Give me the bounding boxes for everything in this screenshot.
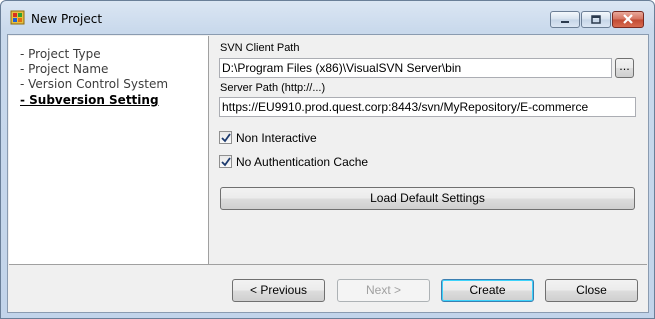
wizard-steps-pane: - Project Type - Project Name - Version … — [9, 36, 209, 264]
svn-client-path-label: SVN Client Path — [220, 42, 300, 54]
step-project-type[interactable]: - Project Type — [20, 47, 101, 61]
close-button[interactable]: Close — [545, 279, 638, 302]
close-window-button[interactable] — [612, 11, 644, 28]
next-button[interactable]: Next > — [337, 279, 430, 302]
window-title: New Project — [31, 12, 103, 26]
create-button[interactable]: Create — [441, 279, 534, 302]
server-path-input[interactable]: https://EU9910.prod.quest.corp:8443/svn/… — [219, 97, 636, 117]
step-project-name[interactable]: - Project Name — [20, 62, 108, 76]
no-authentication-cache-checkbox[interactable] — [219, 155, 232, 168]
new-project-window: New Project - Project Type - Project Nam… — [0, 0, 655, 319]
dialog-body: - Project Type - Project Name - Version … — [7, 34, 649, 313]
minimize-icon — [561, 21, 569, 23]
checkmark-icon — [221, 133, 231, 143]
non-interactive-label[interactable]: Non Interactive — [236, 131, 317, 145]
server-path-label: Server Path (http://...) — [220, 82, 326, 94]
minimize-button[interactable] — [550, 11, 580, 28]
title-bar[interactable]: New Project — [1, 1, 654, 35]
app-icon — [10, 10, 25, 25]
no-authentication-cache-label[interactable]: No Authentication Cache — [236, 155, 368, 169]
close-icon — [623, 14, 633, 24]
load-default-settings-button[interactable]: Load Default Settings — [220, 187, 635, 210]
step-version-control-system[interactable]: - Version Control System — [20, 77, 168, 91]
non-interactive-checkbox[interactable] — [219, 131, 232, 144]
previous-button[interactable]: < Previous — [232, 279, 325, 302]
step-subversion-setting[interactable]: - Subversion Setting — [20, 93, 159, 107]
maximize-icon — [591, 15, 601, 24]
maximize-button[interactable] — [581, 11, 611, 28]
checkmark-icon — [221, 157, 231, 167]
browse-button[interactable]: ... — [615, 58, 634, 78]
svn-client-path-input[interactable]: D:\Program Files (x86)\VisualSVN Server\… — [219, 58, 612, 78]
footer-divider — [9, 264, 647, 265]
